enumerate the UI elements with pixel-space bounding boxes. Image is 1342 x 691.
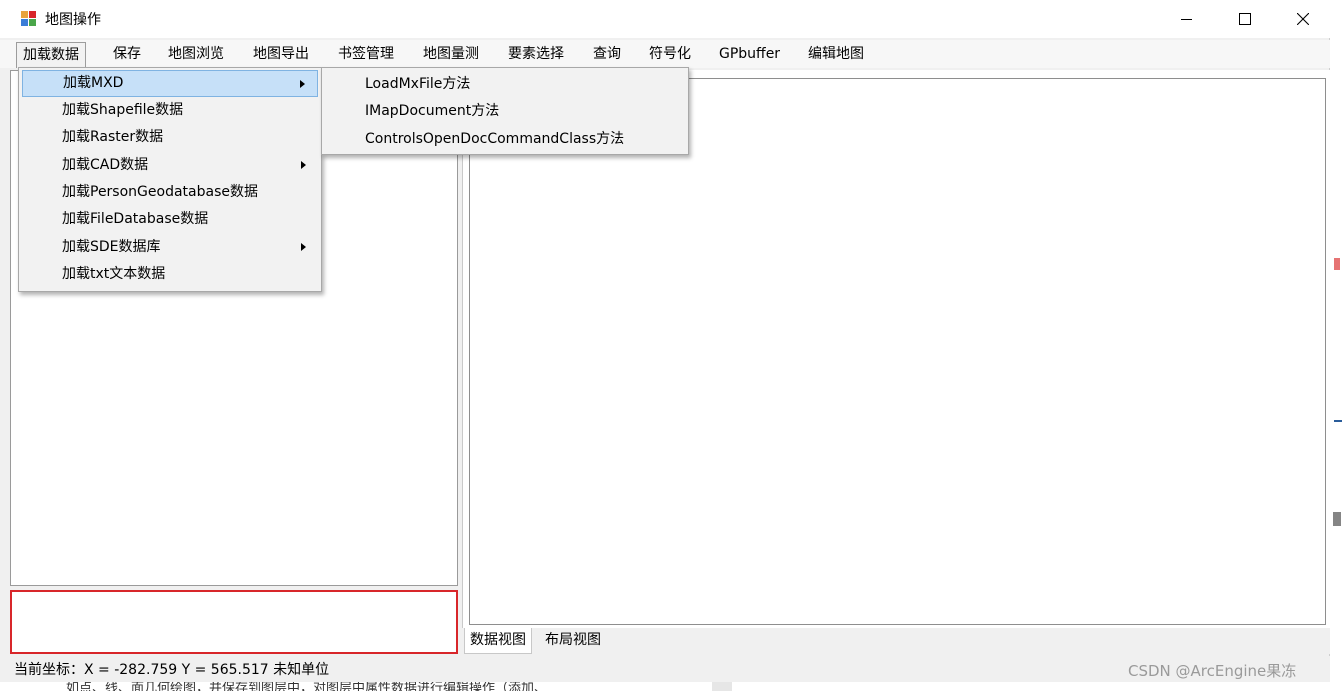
menu-measure[interactable]: 地图量测: [417, 42, 485, 68]
map-view[interactable]: [469, 78, 1326, 625]
submenu-item-loadmxfile[interactable]: LoadMxFile方法: [325, 71, 685, 98]
menu-save[interactable]: 保存: [107, 42, 147, 68]
background-fragment: [1334, 258, 1340, 270]
menu-item-load-cad[interactable]: 加载CAD数据: [22, 152, 318, 179]
menu-item-load-sde[interactable]: 加载SDE数据库: [22, 234, 318, 261]
submenu-item-imapdocument[interactable]: IMapDocument方法: [325, 98, 685, 125]
submenu-arrow-icon: [301, 243, 306, 251]
menu-feature-select[interactable]: 要素选择: [502, 42, 570, 68]
overview-panel[interactable]: [10, 590, 458, 654]
menu-item-load-file-database[interactable]: 加载FileDatabase数据: [22, 206, 318, 233]
menu-item-load-mxd[interactable]: 加载MXD: [22, 70, 318, 97]
menu-item-label: 加载SDE数据库: [62, 239, 161, 255]
menu-item-load-shapefile[interactable]: 加载Shapefile数据: [22, 97, 318, 124]
coordinate-status: 当前坐标：X = -282.759 Y = 565.517 未知单位: [14, 662, 330, 678]
menu-load-data[interactable]: 加载数据: [16, 42, 86, 68]
window-title: 地图操作: [45, 12, 101, 28]
submenu-arrow-icon: [300, 80, 305, 88]
app-icon: [21, 11, 37, 27]
minimize-icon: [1181, 19, 1192, 20]
menu-item-load-raster[interactable]: 加载Raster数据: [22, 124, 318, 151]
menu-symbolize[interactable]: 符号化: [643, 42, 697, 68]
title-bar[interactable]: 地图操作: [0, 0, 1330, 38]
tab-data-view[interactable]: 数据视图: [464, 628, 532, 654]
tab-layout-view[interactable]: 布局视图: [540, 628, 606, 654]
menu-bookmarks[interactable]: 书签管理: [332, 42, 400, 68]
background-document-strip: 如点、线、面几何绘图，并保存到图层中，对图层中属性数据进行编辑操作（添加、: [0, 682, 1342, 691]
background-fragment: [1334, 420, 1342, 422]
menu-map-browse[interactable]: 地图浏览: [162, 42, 230, 68]
watermark: CSDN @ArcEngine果冻: [1128, 662, 1297, 680]
submenu-item-controls-opendoc[interactable]: ControlsOpenDocCommandClass方法: [325, 126, 685, 153]
menu-bar: 加载数据 保存 地图浏览 地图导出 书签管理 地图量测 要素选择 查询 符号化 …: [0, 40, 1330, 68]
view-tabs: 数据视图 布局视图: [462, 628, 1330, 654]
background-window-edge: [1330, 0, 1342, 691]
background-fragment: [1333, 512, 1341, 526]
minimize-button[interactable]: [1158, 0, 1216, 38]
submenu-arrow-icon: [301, 161, 306, 169]
menu-item-load-txt[interactable]: 加载txt文本数据: [22, 261, 318, 288]
menu-item-load-person-geodatabase[interactable]: 加载PersonGeodatabase数据: [22, 179, 318, 206]
load-data-dropdown: 加载MXD 加载Shapefile数据 加载Raster数据 加载CAD数据 加…: [18, 67, 322, 292]
close-icon: [1297, 13, 1309, 25]
menu-item-label: 加载CAD数据: [62, 157, 149, 173]
menu-edit-map[interactable]: 编辑地图: [802, 42, 870, 68]
menu-query[interactable]: 查询: [587, 42, 627, 68]
background-scrollbar: [712, 682, 732, 691]
close-button[interactable]: [1274, 0, 1332, 38]
load-mxd-submenu: LoadMxFile方法 IMapDocument方法 ControlsOpen…: [321, 67, 689, 155]
menu-item-label: 加载MXD: [63, 75, 124, 91]
maximize-button[interactable]: [1216, 0, 1274, 38]
maximize-icon: [1239, 13, 1251, 25]
background-document-text: 如点、线、面几何绘图，并保存到图层中，对图层中属性数据进行编辑操作（添加、: [66, 682, 548, 691]
menu-map-export[interactable]: 地图导出: [247, 42, 315, 68]
menu-gpbuffer[interactable]: GPbuffer: [713, 42, 786, 68]
